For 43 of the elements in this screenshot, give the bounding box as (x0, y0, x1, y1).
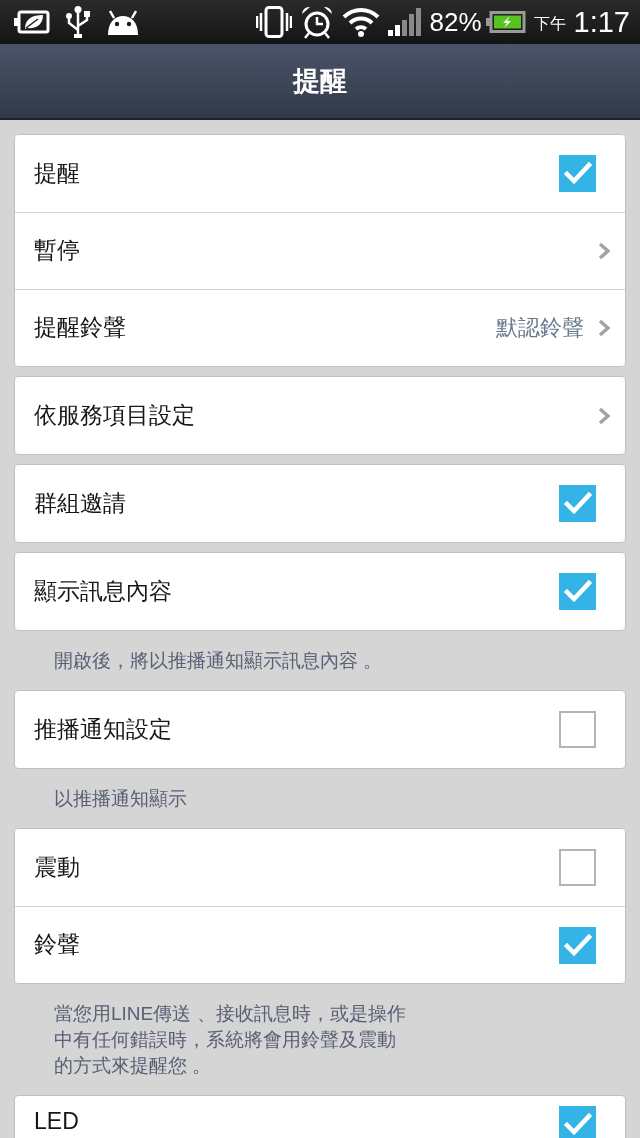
settings-row[interactable]: 鈴聲 (15, 906, 625, 983)
row-label: LED (34, 1109, 80, 1134)
phone-vibrate-icon (255, 6, 292, 38)
battery-percent: 82% (429, 9, 482, 35)
settings-row[interactable]: 提醒鈴聲 默認鈴聲 (15, 289, 625, 366)
signal-icon (387, 8, 422, 36)
settings-row[interactable]: LED (15, 1096, 625, 1138)
battery-leaf-icon (14, 10, 50, 34)
row-label: 群組邀請 (34, 489, 127, 518)
chevron-right-icon (598, 319, 610, 337)
checkbox[interactable] (559, 711, 596, 748)
checkbox[interactable] (559, 485, 596, 522)
row-label: 依服務項目設定 (34, 401, 196, 430)
hint-text: 當您用LINE傳送 、接收訊息時，或是操作中有任何錯誤時，系統將會用鈴聲及震動的方式來提醒您 。 (53, 1002, 407, 1078)
time-period: 下午 (533, 16, 566, 32)
settings-row[interactable]: 群組邀請 (15, 465, 625, 542)
row-label: 顯示訊息內容 (34, 577, 173, 606)
checkbox[interactable] (559, 926, 596, 964)
row-label: 提醒 (34, 159, 81, 188)
battery-charging-icon (485, 11, 526, 33)
robot-icon (106, 9, 140, 35)
checkbox[interactable] (559, 1106, 596, 1138)
row-label: 提醒鈴聲 (34, 314, 127, 342)
settings-row[interactable]: 顯示訊息內容 (15, 553, 625, 630)
settings-row[interactable]: 推播通知設定 (15, 691, 625, 768)
checkbox[interactable] (559, 849, 596, 886)
alarm-clock-icon (299, 5, 334, 39)
row-label: 推播通知設定 (34, 715, 173, 744)
chevron-right-icon (598, 406, 610, 425)
chevron-right-icon (598, 242, 610, 260)
clock-time: 1:17 (573, 7, 630, 37)
screen-title: 提醒 (293, 64, 347, 98)
settings-row[interactable]: 依服務項目設定 (15, 377, 625, 454)
checkbox[interactable] (559, 155, 596, 192)
usb-icon (66, 6, 90, 38)
hint-text: 開啟後，將以推播通知顯示訊息內容 。 (53, 649, 384, 673)
hint-text: 以推播通知顯示 (53, 787, 188, 811)
row-label: 暫停 (34, 237, 81, 265)
ringtone-value: 默認鈴聲 (496, 314, 584, 342)
wifi-icon (341, 7, 380, 37)
checkbox[interactable] (559, 573, 596, 610)
row-label: 鈴聲 (34, 931, 81, 959)
row-label: 震動 (34, 853, 81, 882)
